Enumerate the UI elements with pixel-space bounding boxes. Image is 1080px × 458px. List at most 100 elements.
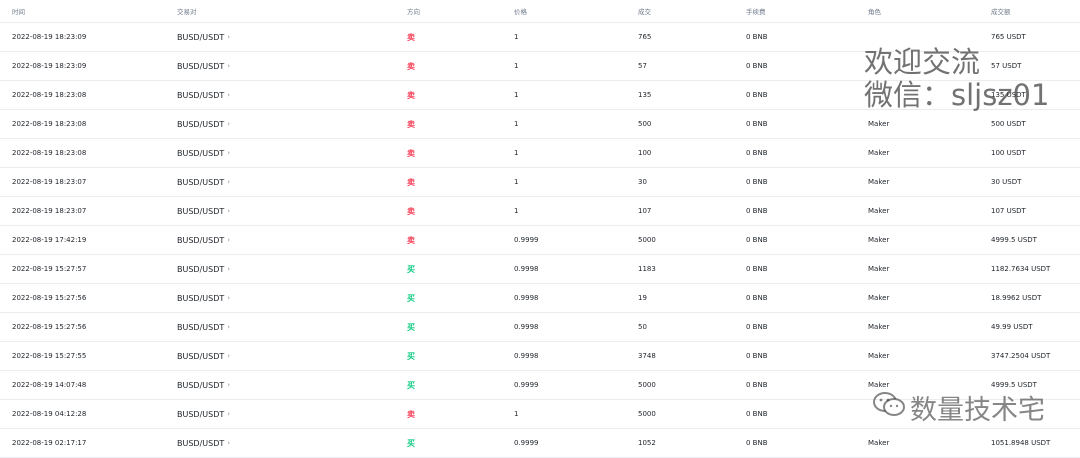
cell-role-text: Maker xyxy=(868,352,890,360)
cell-price: 1 xyxy=(514,81,518,109)
cell-fee: 0 BNB xyxy=(746,400,768,428)
cell-time: 2022-08-19 15:27:56 xyxy=(12,284,86,312)
cell-time: 2022-08-19 18:23:08 xyxy=(12,139,86,167)
cell-role-text: Maker xyxy=(868,323,890,331)
table-row: 2022-08-19 18:23:08 BUSD/USDT › 卖 1 100 0 BNB M… xyxy=(0,139,1080,168)
cell-pair[interactable]: BUSD/USDT › xyxy=(177,226,230,254)
cell-total: 18.9962 USDT xyxy=(991,284,1041,312)
watermark-contact: 欢迎交流 微信：sljsz01 xyxy=(864,45,1050,113)
cell-time-text: 2022-08-19 18:23:08 xyxy=(12,149,87,157)
cell-pair[interactable]: BUSD/USDT › xyxy=(177,255,230,283)
cell-side: 卖 xyxy=(407,23,415,51)
cell-price-text: 0.9998 xyxy=(514,323,539,331)
cell-side: 卖 xyxy=(407,226,415,254)
cell-fee: 0 BNB xyxy=(746,23,768,51)
cell-qty: 3748 xyxy=(638,342,656,370)
cell-fee-text: 0 BNB xyxy=(746,178,768,186)
cell-role-text: Maker xyxy=(868,439,890,447)
cell-fee-text: 0 BNB xyxy=(746,381,768,389)
cell-fee-text: 0 BNB xyxy=(746,294,768,302)
watermark-line2: 微信：sljsz01 xyxy=(864,78,1050,113)
chevron-right-icon: › xyxy=(227,381,231,389)
cell-time: 2022-08-19 18:23:08 xyxy=(12,110,86,138)
cell-fee-text: 0 BNB xyxy=(746,439,768,447)
cell-fee-text: 0 BNB xyxy=(746,236,768,244)
cell-total-text: 1182.7634 USDT xyxy=(991,265,1051,273)
cell-qty: 135 xyxy=(638,81,651,109)
cell-side-text: 卖 xyxy=(407,119,415,129)
cell-price: 0.9998 xyxy=(514,255,539,283)
cell-time-text: 2022-08-19 18:23:07 xyxy=(12,207,87,215)
cell-side: 买 xyxy=(407,371,415,399)
cell-price: 0.9998 xyxy=(514,284,539,312)
cell-qty-text: 500 xyxy=(638,120,652,128)
cell-time: 2022-08-19 17:42:19 xyxy=(12,226,86,254)
chevron-right-icon: › xyxy=(227,352,231,360)
cell-role-text: Maker xyxy=(868,149,890,157)
cell-pair[interactable]: BUSD/USDT › xyxy=(177,284,230,312)
cell-price-text: 0.9998 xyxy=(514,265,539,273)
cell-pair-text: BUSD/USDT xyxy=(177,438,225,448)
cell-fee-text: 0 BNB xyxy=(746,207,768,215)
header-role: 角色 xyxy=(868,8,881,16)
cell-side-text: 买 xyxy=(407,438,415,448)
cell-role: Maker xyxy=(868,139,889,167)
cell-side: 卖 xyxy=(407,197,415,225)
cell-pair[interactable]: BUSD/USDT › xyxy=(177,342,230,370)
cell-total-text: 49.99 USDT xyxy=(991,323,1033,331)
chevron-right-icon: › xyxy=(227,265,231,273)
table-row: 2022-08-19 18:23:07 BUSD/USDT › 卖 1 30 0 BNB Ma… xyxy=(0,168,1080,197)
header-time: 时间 xyxy=(12,8,25,16)
cell-pair[interactable]: BUSD/USDT › xyxy=(177,110,230,138)
cell-role: Maker xyxy=(868,429,889,457)
cell-role: Maker xyxy=(868,168,889,196)
cell-price-text: 1 xyxy=(514,62,519,70)
cell-pair[interactable]: BUSD/USDT › xyxy=(177,429,230,457)
cell-role-text: Maker xyxy=(868,207,890,215)
cell-pair-text: BUSD/USDT xyxy=(177,409,225,419)
cell-fee: 0 BNB xyxy=(746,342,768,370)
cell-pair[interactable]: BUSD/USDT › xyxy=(177,52,230,80)
cell-qty: 1183 xyxy=(638,255,656,283)
cell-price: 1 xyxy=(514,52,518,80)
cell-price: 0.9998 xyxy=(514,342,539,370)
chevron-right-icon: › xyxy=(227,91,231,99)
cell-fee-text: 0 BNB xyxy=(746,323,768,331)
cell-side: 卖 xyxy=(407,81,415,109)
chevron-right-icon: › xyxy=(227,120,231,128)
cell-total-text: 1051.8948 USDT xyxy=(991,439,1051,447)
table-row: 2022-08-19 02:17:17 BUSD/USDT › 买 0.9999 1052… xyxy=(0,429,1080,458)
cell-time: 2022-08-19 18:23:09 xyxy=(12,23,86,51)
cell-pair[interactable]: BUSD/USDT › xyxy=(177,197,230,225)
cell-pair-text: BUSD/USDT xyxy=(177,380,225,390)
cell-role: Maker xyxy=(868,342,889,370)
cell-time: 2022-08-19 15:27:55 xyxy=(12,342,86,370)
cell-price-text: 1 xyxy=(514,178,519,186)
cell-total-text: 3747.2504 USDT xyxy=(991,352,1051,360)
cell-fee-text: 0 BNB xyxy=(746,149,768,157)
cell-pair[interactable]: BUSD/USDT › xyxy=(177,371,230,399)
cell-qty: 50 xyxy=(638,313,647,341)
cell-qty: 57 xyxy=(638,52,647,80)
cell-qty-text: 107 xyxy=(638,207,652,215)
cell-side-text: 卖 xyxy=(407,206,415,216)
cell-pair[interactable]: BUSD/USDT › xyxy=(177,168,230,196)
cell-side: 买 xyxy=(407,284,415,312)
cell-pair[interactable]: BUSD/USDT › xyxy=(177,139,230,167)
cell-pair[interactable]: BUSD/USDT › xyxy=(177,400,230,428)
cell-qty-text: 135 xyxy=(638,91,652,99)
cell-time: 2022-08-19 04:12:28 xyxy=(12,400,86,428)
header-side: 方向 xyxy=(407,8,420,16)
cell-price-text: 0.9999 xyxy=(514,439,539,447)
chevron-right-icon: › xyxy=(227,62,231,70)
cell-time-text: 2022-08-19 18:23:08 xyxy=(12,91,87,99)
cell-pair[interactable]: BUSD/USDT › xyxy=(177,23,230,51)
cell-time-text: 2022-08-19 14:07:48 xyxy=(12,381,87,389)
cell-total: 107 USDT xyxy=(991,197,1026,225)
cell-pair[interactable]: BUSD/USDT › xyxy=(177,313,230,341)
cell-pair[interactable]: BUSD/USDT › xyxy=(177,81,230,109)
cell-price: 1 xyxy=(514,23,518,51)
watermark-line1: 欢迎交流 xyxy=(864,45,981,79)
cell-role-text: Maker xyxy=(868,236,890,244)
cell-time-text: 2022-08-19 18:23:09 xyxy=(12,62,87,70)
